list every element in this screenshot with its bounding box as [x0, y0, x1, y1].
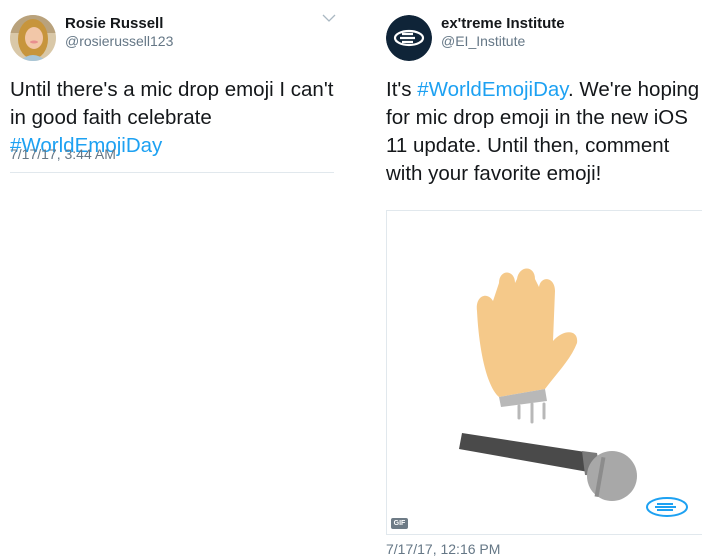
- avatar[interactable]: [386, 15, 432, 61]
- tweet-card-ei-institute[interactable]: ex'treme Institute @EI_Institute It's #W…: [360, 0, 702, 558]
- tweet-text: It's #WorldEmojiDay. We're hoping for mi…: [386, 76, 702, 188]
- hand-icon: [476, 268, 578, 407]
- author-name[interactable]: Rosie Russell: [65, 15, 163, 32]
- tweet-timestamp[interactable]: 7/17/17, 12:16 PM: [386, 541, 500, 557]
- avatar-photo-icon: [10, 15, 56, 61]
- tweet-timestamp[interactable]: 7/17/17, 3:44 AM: [10, 146, 116, 162]
- avatar[interactable]: [10, 15, 56, 61]
- divider: [10, 172, 334, 173]
- hashtag-link[interactable]: #WorldEmojiDay: [417, 78, 568, 101]
- chevron-down-icon[interactable]: [322, 14, 336, 23]
- mic-drop-gif-frame: [459, 268, 688, 517]
- author-handle[interactable]: @EI_Institute: [441, 33, 525, 49]
- motion-lines-icon: [517, 402, 546, 424]
- gif-badge: GIF: [391, 518, 408, 529]
- author-handle[interactable]: @rosierussell123: [65, 33, 173, 49]
- tweet-text-prefix: Until there's a mic drop emoji I can't i…: [10, 78, 334, 129]
- ei-logo-avatar-icon: [386, 15, 432, 61]
- author-name[interactable]: ex'treme Institute: [441, 15, 565, 32]
- tweet-text-prefix: It's: [386, 78, 418, 101]
- microphone-icon: [459, 433, 637, 501]
- ei-logo-icon: [646, 497, 688, 517]
- gif-media[interactable]: GIF: [386, 210, 702, 535]
